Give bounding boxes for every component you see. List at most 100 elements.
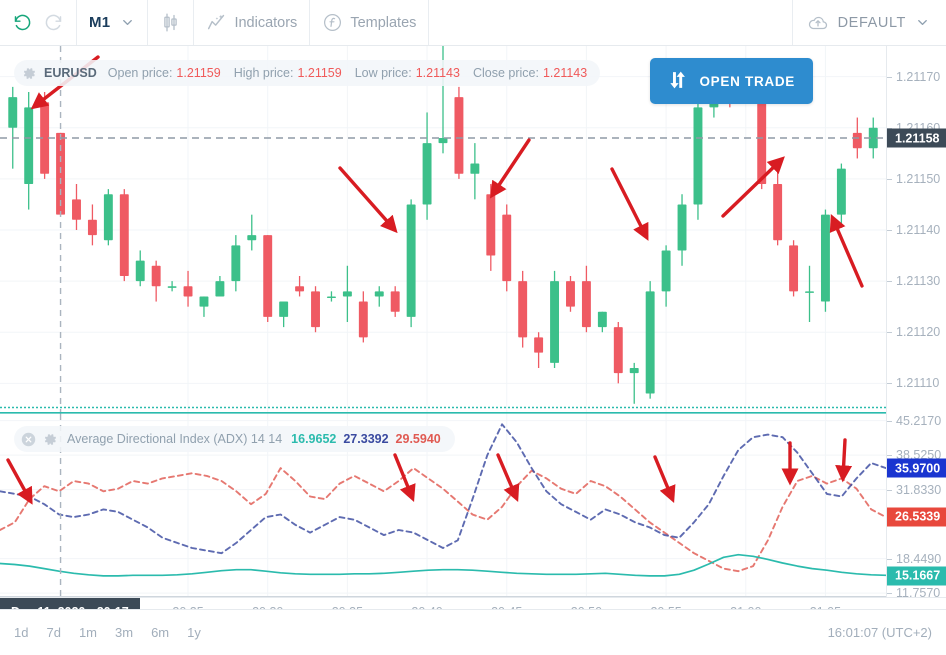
candle xyxy=(119,189,129,282)
candle xyxy=(518,270,528,348)
chart-area: EURUSD Open price: 1.21159 High price: 1… xyxy=(0,46,946,626)
indicators-button[interactable]: Indicators xyxy=(206,0,297,45)
minus-di-badge: 35.9700 xyxy=(887,458,946,478)
price-axis-label-0: 1.21170 xyxy=(896,69,941,84)
candle xyxy=(454,86,464,179)
cloud-upload-icon xyxy=(807,12,829,34)
price-axis-label-3: 1.21140 xyxy=(896,223,941,237)
axis-tick xyxy=(887,593,892,595)
function-f-icon xyxy=(322,12,343,33)
candlestick-icon[interactable] xyxy=(160,12,181,33)
range-selector: 1d 7d 1m 3m 6m 1y xyxy=(14,625,219,640)
candle xyxy=(247,214,257,251)
gear-icon[interactable] xyxy=(22,66,37,81)
candle xyxy=(342,265,352,322)
axis-tick xyxy=(887,558,892,560)
candle xyxy=(103,189,113,246)
range-button-1d[interactable]: 1d xyxy=(14,625,28,640)
trade-arrows-icon xyxy=(668,69,688,94)
candle xyxy=(263,235,273,322)
top-toolbar: M1 Indicators Templates DEFAULT xyxy=(0,0,946,46)
price-axis-label-2: 1.21150 xyxy=(896,171,941,186)
candle xyxy=(581,265,591,333)
open-price-label: Open price: xyxy=(107,66,173,80)
candle xyxy=(789,240,799,297)
candle xyxy=(326,291,336,302)
adx-value: 16.9652 xyxy=(291,432,337,446)
candle xyxy=(661,245,671,307)
candle xyxy=(693,97,703,220)
axis-tick xyxy=(887,383,892,385)
candle xyxy=(645,281,655,399)
gear-icon[interactable] xyxy=(43,432,58,447)
range-button-7d[interactable]: 7d xyxy=(46,625,60,640)
candle xyxy=(597,311,607,333)
ohlc-legend: EURUSD Open price: 1.21159 High price: 1… xyxy=(14,60,601,86)
adx-badge: 15.1667 xyxy=(887,566,946,586)
adx-axis-label-3: 18.4490 xyxy=(896,551,942,566)
annotation-arrow xyxy=(829,214,864,288)
plus-di-badge: 26.5339 xyxy=(887,507,946,527)
adx-pane[interactable]: Average Directional Index (ADX) 14 14 16… xyxy=(0,414,886,597)
candle xyxy=(72,184,81,230)
chart-type-group[interactable] xyxy=(148,0,195,45)
indicators-label: Indicators xyxy=(234,14,298,31)
redo-icon[interactable] xyxy=(43,12,64,33)
annotation-arrow xyxy=(338,166,398,234)
range-button-1m[interactable]: 1m xyxy=(79,625,97,640)
range-button-3m[interactable]: 3m xyxy=(115,625,133,640)
candle xyxy=(40,92,50,179)
range-button-6m[interactable]: 6m xyxy=(151,625,169,640)
templates-label: Templates xyxy=(350,14,417,31)
price-axis[interactable]: 1.211701.211601.211501.211401.211301.211… xyxy=(886,46,946,609)
candle xyxy=(613,322,623,384)
high-price-label: High price: xyxy=(233,66,294,80)
templates-group[interactable]: Templates xyxy=(310,0,430,45)
default-template-label: DEFAULT xyxy=(837,14,906,31)
candle xyxy=(566,276,575,312)
undo-icon[interactable] xyxy=(12,12,33,33)
close-circle-icon[interactable] xyxy=(20,431,37,448)
candle xyxy=(390,286,400,317)
candle xyxy=(151,260,161,302)
trading-chart-app: M1 Indicators Templates DEFAULT EURUSD O… xyxy=(0,0,946,655)
history-group xyxy=(0,0,77,45)
candle xyxy=(773,168,783,246)
axis-tick xyxy=(887,230,892,231)
high-price-value: 1.21159 xyxy=(297,66,342,80)
low-price-value: 1.21143 xyxy=(415,66,460,80)
minus-di-value: 27.3392 xyxy=(343,432,389,446)
template-default-selector[interactable]: DEFAULT xyxy=(791,0,946,45)
close-price-label: Close price: xyxy=(472,66,539,80)
timeframe-group[interactable]: M1 xyxy=(77,0,149,45)
annotation-arrow xyxy=(835,438,853,483)
axis-tick xyxy=(887,76,892,78)
open-trade-button[interactable]: OPEN TRADE xyxy=(650,58,813,104)
templates-button[interactable]: Templates xyxy=(322,0,416,45)
adx-legend: Average Directional Index (ADX) 14 14 16… xyxy=(14,426,455,452)
candle xyxy=(502,204,512,292)
axis-tick xyxy=(887,281,892,283)
price-axis-label-4: 1.21130 xyxy=(896,274,941,289)
candle xyxy=(374,286,384,307)
adx-axis-label-0: 45.2170 xyxy=(896,413,942,428)
annotation-arrow xyxy=(721,156,785,218)
symbol-label: EURUSD xyxy=(44,66,97,80)
price-axis-label-6: 1.21110 xyxy=(896,376,940,391)
candle xyxy=(550,270,560,368)
annotation-arrow xyxy=(393,453,416,503)
range-button-1y[interactable]: 1y xyxy=(187,625,201,640)
candle xyxy=(87,204,97,246)
candle xyxy=(406,199,416,328)
indicators-group[interactable]: Indicators xyxy=(194,0,311,45)
candle xyxy=(199,296,209,317)
candle xyxy=(183,270,193,307)
chevron-down-icon[interactable] xyxy=(120,15,135,30)
chevron-down-icon[interactable] xyxy=(915,15,930,30)
axis-tick xyxy=(887,489,892,491)
price-pane[interactable]: EURUSD Open price: 1.21159 High price: 1… xyxy=(0,46,886,414)
candle xyxy=(295,276,305,297)
candle xyxy=(820,209,830,312)
candle xyxy=(8,86,18,169)
open-price-value: 1.21159 xyxy=(176,66,221,80)
